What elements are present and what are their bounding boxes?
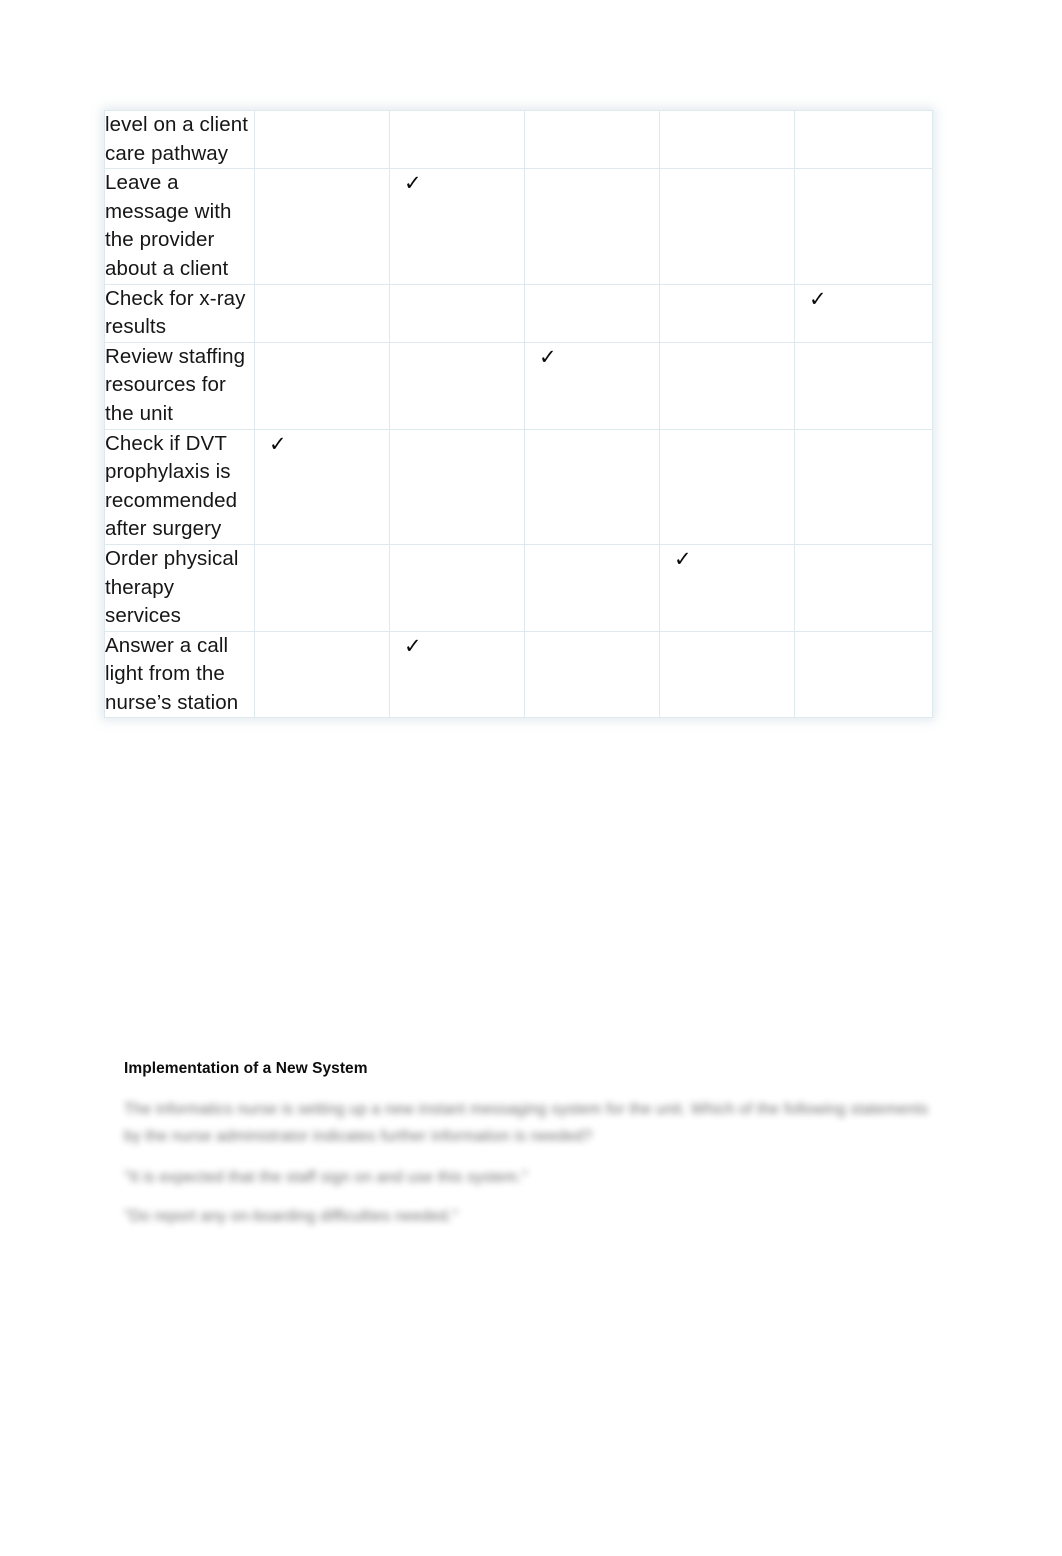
option-cell-2[interactable]: ✓ <box>389 283 525 343</box>
option-cell-1[interactable]: ✓ <box>254 109 390 170</box>
option-cell-1[interactable]: ✓ <box>254 283 390 343</box>
checklist-table: level on a client care pathway ✓ ✓ ✓ ✓ ✓… <box>104 109 933 719</box>
option-cell-3[interactable]: ✓ <box>524 168 660 285</box>
task-label-cell: Check if DVT prophylaxis is recommended … <box>104 428 255 545</box>
task-label-cell: level on a client care pathway <box>104 109 255 170</box>
option-cell-2[interactable]: ✓ <box>389 630 525 719</box>
option-cell-3[interactable]: ✓ <box>524 283 660 343</box>
option-cell-1[interactable]: ✓ <box>254 630 390 719</box>
option-cell-2[interactable]: ✓ <box>389 109 525 170</box>
check-icon: ✓ <box>404 171 422 196</box>
option-cell-4[interactable]: ✓ <box>659 543 795 632</box>
checklist-table-wrapper: level on a client care pathway ✓ ✓ ✓ ✓ ✓… <box>104 109 933 719</box>
redacted-paragraph-1: The informatics nurse is setting up a ne… <box>124 1101 933 1145</box>
option-cell-1[interactable]: ✓ <box>254 543 390 632</box>
table-row: Leave a message with the provider about … <box>104 168 933 285</box>
check-icon: ✓ <box>269 431 287 456</box>
option-cell-5[interactable]: ✓ <box>794 341 933 430</box>
document-page: level on a client care pathway ✓ ✓ ✓ ✓ ✓… <box>0 0 1062 1556</box>
table-row: Order physical therapy services ✓ ✓ ✓ ✓ … <box>104 543 933 632</box>
option-cell-4[interactable]: ✓ <box>659 109 795 170</box>
option-cell-5[interactable]: ✓ <box>794 109 933 170</box>
check-icon: ✓ <box>539 344 557 369</box>
task-label-cell: Answer a call light from the nurse’s sta… <box>104 630 255 719</box>
option-cell-4[interactable]: ✓ <box>659 428 795 545</box>
option-cell-4[interactable]: ✓ <box>659 283 795 343</box>
section-heading: Implementation of a New System <box>124 1060 368 1077</box>
table-row: Answer a call light from the nurse’s sta… <box>104 630 933 719</box>
redacted-paragraph-3: "Do report any on-boarding difficulties … <box>124 1208 458 1225</box>
option-cell-5[interactable]: ✓ <box>794 168 933 285</box>
redacted-paragraph-2: "It is expected that the staff sign on a… <box>124 1169 528 1186</box>
check-icon: ✓ <box>809 286 827 311</box>
check-icon: ✓ <box>674 546 692 571</box>
option-cell-5[interactable]: ✓ <box>794 428 933 545</box>
option-cell-2[interactable]: ✓ <box>389 543 525 632</box>
table-row: Review staffing resources for the unit ✓… <box>104 341 933 430</box>
option-cell-4[interactable]: ✓ <box>659 630 795 719</box>
option-cell-5[interactable]: ✓ <box>794 630 933 719</box>
table-row: Check if DVT prophylaxis is recommended … <box>104 428 933 545</box>
option-cell-5[interactable]: ✓ <box>794 543 933 632</box>
table-row: level on a client care pathway ✓ ✓ ✓ ✓ ✓ <box>104 109 933 170</box>
option-cell-3[interactable]: ✓ <box>524 341 660 430</box>
option-cell-3[interactable]: ✓ <box>524 543 660 632</box>
option-cell-2[interactable]: ✓ <box>389 341 525 430</box>
option-cell-2[interactable]: ✓ <box>389 428 525 545</box>
option-cell-1[interactable]: ✓ <box>254 341 390 430</box>
option-cell-2[interactable]: ✓ <box>389 168 525 285</box>
task-label-cell: Check for x-ray results <box>104 283 255 343</box>
option-cell-1[interactable]: ✓ <box>254 168 390 285</box>
option-cell-3[interactable]: ✓ <box>524 109 660 170</box>
table-row: Check for x-ray results ✓ ✓ ✓ ✓ ✓ <box>104 283 933 343</box>
task-label-cell: Review staffing resources for the unit <box>104 341 255 430</box>
option-cell-1[interactable]: ✓ <box>254 428 390 545</box>
option-cell-3[interactable]: ✓ <box>524 630 660 719</box>
option-cell-4[interactable]: ✓ <box>659 168 795 285</box>
option-cell-4[interactable]: ✓ <box>659 341 795 430</box>
checklist-table-body: level on a client care pathway ✓ ✓ ✓ ✓ ✓… <box>104 109 933 719</box>
task-label-cell: Leave a message with the provider about … <box>104 168 255 285</box>
check-icon: ✓ <box>404 633 422 658</box>
option-cell-5[interactable]: ✓ <box>794 283 933 343</box>
option-cell-3[interactable]: ✓ <box>524 428 660 545</box>
task-label-cell: Order physical therapy services <box>104 543 255 632</box>
